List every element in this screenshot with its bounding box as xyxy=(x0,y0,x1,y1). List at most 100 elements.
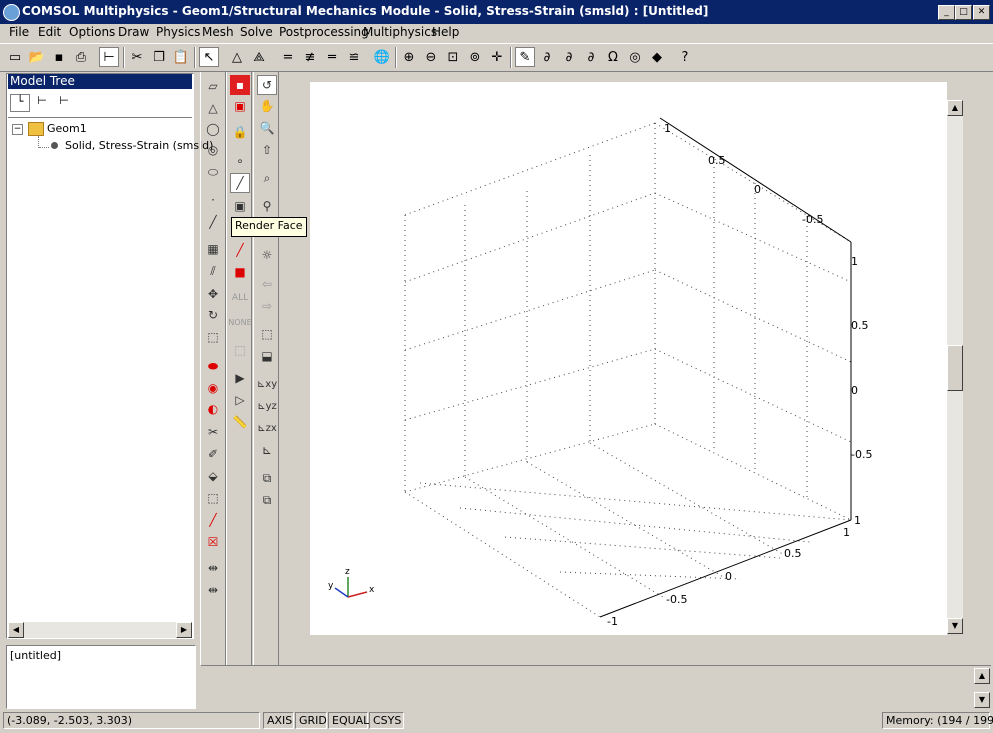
model-tree-hscroll[interactable]: ◀ ▶ xyxy=(8,622,192,638)
menu-file[interactable]: File xyxy=(9,25,29,39)
torus-icon[interactable]: ◎ xyxy=(203,140,223,160)
rotate-icon[interactable]: ↻ xyxy=(203,305,223,325)
lock-icon[interactable]: 🔒 xyxy=(230,122,250,142)
headlight-icon[interactable]: ☼ xyxy=(257,245,277,265)
decrease-transparency-icon[interactable]: ⧉ xyxy=(257,490,277,510)
edge-icon[interactable]: ╱ xyxy=(230,173,250,193)
menu-draw[interactable]: Draw xyxy=(118,25,149,39)
rotate-view-icon[interactable]: ↺ xyxy=(257,75,277,95)
subdomain-mode-icon[interactable]: ∂ xyxy=(581,47,601,67)
render-solid-icon[interactable]: ■ xyxy=(230,262,250,282)
help-icon[interactable]: ? xyxy=(675,47,695,67)
delete-interior-icon[interactable]: ☒ xyxy=(203,532,223,552)
zoom-icon[interactable]: 🔍 xyxy=(257,118,277,138)
scale-icon[interactable]: ⬚ xyxy=(203,327,223,347)
tree-node-solid-stress-strain[interactable]: Solid, Stress-Strain (smsld) xyxy=(65,139,213,152)
select-arrow-icon[interactable]: ↖ xyxy=(199,47,219,67)
tree-view-basic-icon[interactable]: └ xyxy=(10,94,30,112)
split-icon[interactable]: ✂ xyxy=(203,422,223,442)
print-icon[interactable]: ⎙ xyxy=(71,47,91,67)
zoom-extents-icon[interactable]: ✛ xyxy=(487,47,507,67)
csys-toggle[interactable]: CSYS xyxy=(369,712,404,729)
tree-view-all-icon[interactable]: ⊢ xyxy=(54,94,74,112)
select-point-icon[interactable]: ▪ xyxy=(230,75,250,95)
default-3d-view-icon[interactable]: ⬚ xyxy=(257,324,277,344)
vertex-icon[interactable]: ∘ xyxy=(230,151,250,171)
mesh-triangle-icon[interactable]: △ xyxy=(227,47,247,67)
increase-transparency-icon[interactable]: ⧉ xyxy=(257,468,277,488)
scroll-up-button[interactable]: ▲ xyxy=(947,100,963,116)
render-edge-icon[interactable]: ╱ xyxy=(230,240,250,260)
axes-icon[interactable]: ⊾ xyxy=(257,440,277,460)
suppress-boundaries-icon[interactable]: ▶ xyxy=(230,368,250,388)
menu-edit[interactable]: Edit xyxy=(38,25,61,39)
vscroll-thumb[interactable] xyxy=(947,345,963,391)
mesh-mode-icon[interactable]: ◎ xyxy=(625,47,645,67)
draw-mode-icon[interactable]: ✎ xyxy=(515,47,535,67)
zoom-out-icon[interactable]: ⊖ xyxy=(421,47,441,67)
tree-toggle-icon[interactable]: ⊢ xyxy=(99,47,119,67)
menu-solve[interactable]: Solve xyxy=(240,25,273,39)
suppress-edges-icon[interactable]: ▷ xyxy=(230,390,250,410)
omega-icon[interactable]: Ω xyxy=(603,47,623,67)
zoom-in-icon[interactable]: ⊕ xyxy=(399,47,419,67)
grid-toggle[interactable]: GRID xyxy=(295,712,327,729)
axis-toggle[interactable]: AXIS xyxy=(263,712,294,729)
point-icon[interactable]: · xyxy=(203,190,223,210)
notes-box[interactable]: [untitled] xyxy=(6,645,196,709)
boundary-mode-icon[interactable]: ∂ xyxy=(559,47,579,67)
menu-multiphysics[interactable]: Multiphysics xyxy=(363,25,437,39)
copy-icon[interactable]: ❐ xyxy=(149,47,169,67)
log-scroll-down-button[interactable]: ▼ xyxy=(974,692,990,708)
menu-options[interactable]: Options xyxy=(69,25,115,39)
union-icon[interactable]: ⬬ xyxy=(203,356,223,376)
postprocessing-mode-icon[interactable]: ◆ xyxy=(647,47,667,67)
light-query-icon[interactable]: ⚲ xyxy=(257,196,277,216)
orbit-icon[interactable]: ⇧ xyxy=(257,140,277,160)
menu-help[interactable]: Help xyxy=(432,25,459,39)
perspective-icon[interactable]: ⬓ xyxy=(257,346,277,366)
view-zx-icon[interactable]: ⊾zx xyxy=(257,418,277,438)
view-yz-icon[interactable]: ⊾yz xyxy=(257,396,277,416)
pan-icon[interactable]: ✋ xyxy=(257,96,277,116)
scroll-down-button[interactable]: ▼ xyxy=(947,618,963,634)
zoom-selected-icon[interactable]: ⊚ xyxy=(465,47,485,67)
sphere-icon[interactable]: ◯ xyxy=(203,119,223,139)
move-icon[interactable]: ✥ xyxy=(203,284,223,304)
array-icon[interactable]: ▦ xyxy=(203,239,223,259)
graphics-canvas[interactable]: 1 0.5 0 -0.5 1 0.5 0 -0.5 1 1 0.5 0 -0.5… xyxy=(310,82,947,635)
paste-icon[interactable]: 📋 xyxy=(171,47,191,67)
refine-mesh-icon[interactable]: ⟁ xyxy=(249,47,269,67)
extrude-icon[interactable]: ⬙ xyxy=(203,466,223,486)
restart-icon[interactable]: ═ xyxy=(322,47,342,67)
measure-icon[interactable]: 📏 xyxy=(230,412,250,432)
equal-toggle[interactable]: EQUAL xyxy=(328,712,369,729)
ellipsoid-icon[interactable]: ⬭ xyxy=(203,162,223,182)
menu-physics[interactable]: Physics xyxy=(156,25,200,39)
camera-icon[interactable]: ⌕ xyxy=(257,168,277,188)
point-mode-icon[interactable]: ∂ xyxy=(537,47,557,67)
scroll-right-button[interactable]: ▶ xyxy=(176,622,192,638)
cone-icon[interactable]: △ xyxy=(203,98,223,118)
cut-icon[interactable]: ✂ xyxy=(127,47,147,67)
intersection-icon[interactable]: ◉ xyxy=(203,378,223,398)
close-button[interactable]: ✕ xyxy=(973,5,990,20)
open-icon[interactable]: 📂 xyxy=(27,47,47,67)
embed-icon[interactable]: ╱ xyxy=(203,510,223,530)
log-scroll-up-button[interactable]: ▲ xyxy=(974,668,990,684)
difference-icon[interactable]: ◐ xyxy=(203,399,223,419)
select-object-icon[interactable]: ▣ xyxy=(230,96,250,116)
work-plane-icon[interactable]: ⇹ xyxy=(203,558,223,578)
block-icon[interactable]: ▱ xyxy=(203,76,223,96)
new-icon[interactable]: ▭ xyxy=(5,47,25,67)
tree-node-geom1[interactable]: Geom1 xyxy=(47,122,87,135)
mirror-plane-icon[interactable]: ⇹ xyxy=(203,580,223,600)
view-xy-icon[interactable]: ⊾xy xyxy=(257,374,277,394)
minimize-button[interactable]: _ xyxy=(938,5,955,20)
collapse-icon[interactable]: − xyxy=(12,124,23,135)
menu-mesh[interactable]: Mesh xyxy=(202,25,234,39)
zoom-window-icon[interactable]: ⊡ xyxy=(443,47,463,67)
graphics-vscroll[interactable]: ▲ ▼ xyxy=(947,100,963,634)
scroll-left-button[interactable]: ◀ xyxy=(8,622,24,638)
render-face-icon[interactable]: ▣ xyxy=(230,196,250,216)
